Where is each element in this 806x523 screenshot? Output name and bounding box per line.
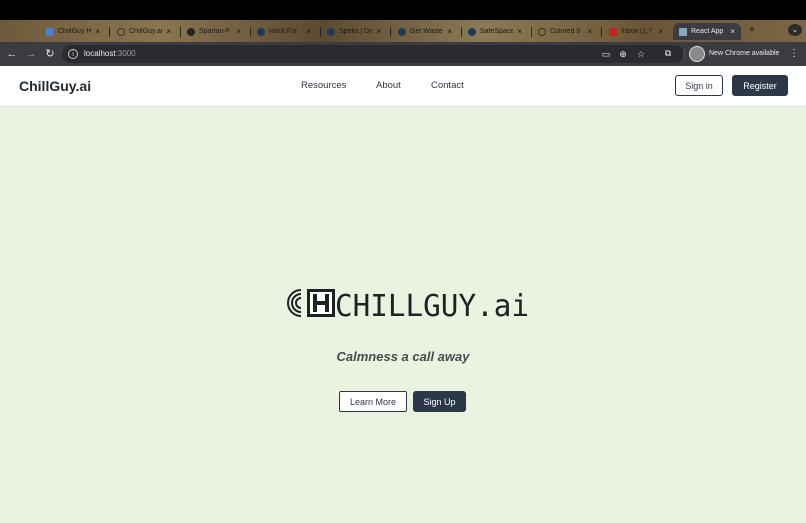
close-icon[interactable]: × <box>730 27 735 36</box>
sign-in-button[interactable]: Sign in <box>675 75 723 96</box>
globe-icon <box>117 27 125 36</box>
url-text: localhost:3000 <box>84 49 136 58</box>
devpost-icon <box>398 27 406 36</box>
devpost-icon <box>327 27 335 36</box>
tab[interactable]: SafeSpace × <box>462 23 528 40</box>
reload-icon[interactable]: ↻ <box>43 47 57 61</box>
close-icon[interactable]: × <box>166 27 171 36</box>
logo-h-mark <box>307 289 335 317</box>
register-button[interactable]: Register <box>732 75 788 96</box>
url-input[interactable]: i localhost:3000 ▭ ⊕ ☆ <box>62 45 684 63</box>
close-icon[interactable]: × <box>306 27 311 36</box>
tab-search-button[interactable]: ⌄ <box>788 24 802 36</box>
hero-tagline: Calmness a call away <box>336 349 470 364</box>
close-icon[interactable]: × <box>517 27 522 36</box>
profile-avatar[interactable] <box>689 46 705 62</box>
tab-divider <box>390 27 391 37</box>
close-icon[interactable]: × <box>236 27 241 36</box>
tab[interactable]: ChillGuy H × <box>40 23 106 40</box>
update-chip[interactable]: New Chrome available <box>709 48 779 60</box>
tab-divider <box>601 27 602 37</box>
close-icon[interactable]: × <box>658 27 663 36</box>
zoom-icon[interactable]: ⊕ <box>617 48 629 60</box>
extensions-icon[interactable]: ⧉ <box>662 47 674 59</box>
app-navbar: ChillGuy.ai Resources About Contact Sign… <box>0 66 806 107</box>
bookmark-star-icon[interactable]: ☆ <box>635 48 647 60</box>
nav-link-contact[interactable]: Contact <box>431 80 464 91</box>
gmail-icon <box>609 27 617 36</box>
tab[interactable]: ChillGuy.ai × <box>111 23 177 40</box>
logo-wordmark: CHILLGUY.ai <box>335 289 529 320</box>
screen-top-bar <box>0 0 806 20</box>
openai-icon <box>538 27 546 36</box>
doc-icon <box>46 27 54 36</box>
tab-strip: ChillGuy H × ChillGuy.ai × Spartan-F × H… <box>0 20 806 42</box>
brand-logo[interactable]: ChillGuy.ai <box>19 78 91 94</box>
tab[interactable]: Colored b × <box>532 23 598 40</box>
tab-divider <box>109 27 110 37</box>
cast-icon[interactable]: ▭ <box>600 48 612 60</box>
hero-logo: CHILLGUY.ai <box>287 289 529 320</box>
close-icon[interactable]: × <box>95 27 100 36</box>
react-icon <box>679 27 687 36</box>
devpost-icon <box>257 27 265 36</box>
github-icon <box>187 27 195 36</box>
tab[interactable]: Get Waste × <box>392 23 458 40</box>
close-icon[interactable]: × <box>447 27 452 36</box>
new-tab-button[interactable]: + <box>745 22 759 36</box>
address-bar-row: ← → ↻ i localhost:3000 ▭ ⊕ ☆ ⧉ | New Chr… <box>0 42 806 66</box>
kebab-menu-icon[interactable]: ⋮ <box>789 47 799 61</box>
tab-active[interactable]: React App × <box>673 23 741 40</box>
tab[interactable]: Hack For × <box>251 23 317 40</box>
back-arrow-icon[interactable]: ← <box>5 47 19 61</box>
devpost-icon <box>468 27 476 36</box>
tab[interactable]: Spartan-F × <box>181 23 247 40</box>
tab[interactable]: Inbox (1,7 × <box>603 23 669 40</box>
nav-link-resources[interactable]: Resources <box>301 80 346 91</box>
tab[interactable]: Speks | De × <box>321 23 387 40</box>
site-info-icon[interactable]: i <box>68 49 78 59</box>
forward-arrow-icon[interactable]: → <box>24 47 38 61</box>
learn-more-button[interactable]: Learn More <box>339 391 407 412</box>
close-icon[interactable]: × <box>587 27 592 36</box>
sign-up-button[interactable]: Sign Up <box>413 391 466 412</box>
nav-link-about[interactable]: About <box>376 80 401 91</box>
close-icon[interactable]: × <box>376 27 381 36</box>
logo-c-mark <box>287 289 302 317</box>
